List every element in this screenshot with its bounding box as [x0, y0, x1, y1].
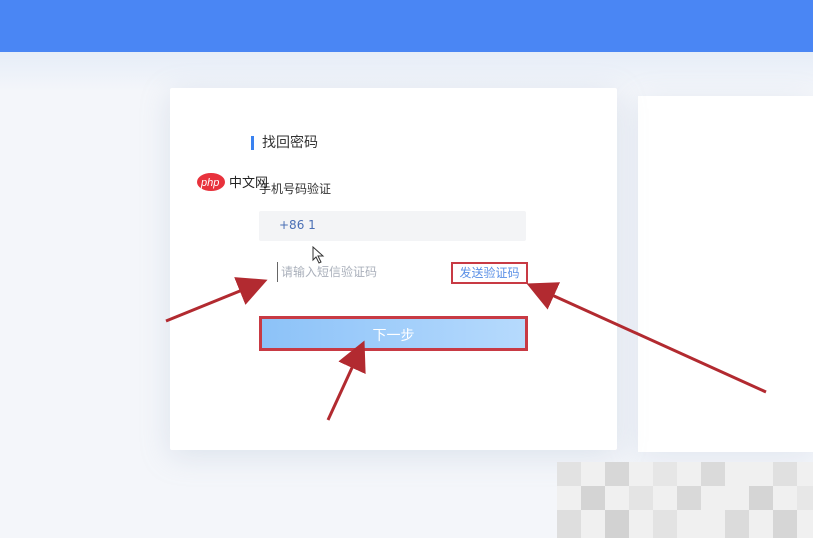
pixelated-area: [557, 462, 813, 538]
arrow-to-send-code: [526, 282, 767, 394]
arrow-to-next: [326, 340, 366, 421]
mouse-cursor-icon: [312, 246, 325, 264]
arrow-to-input: [165, 277, 268, 323]
annotation-arrows: [165, 277, 767, 421]
